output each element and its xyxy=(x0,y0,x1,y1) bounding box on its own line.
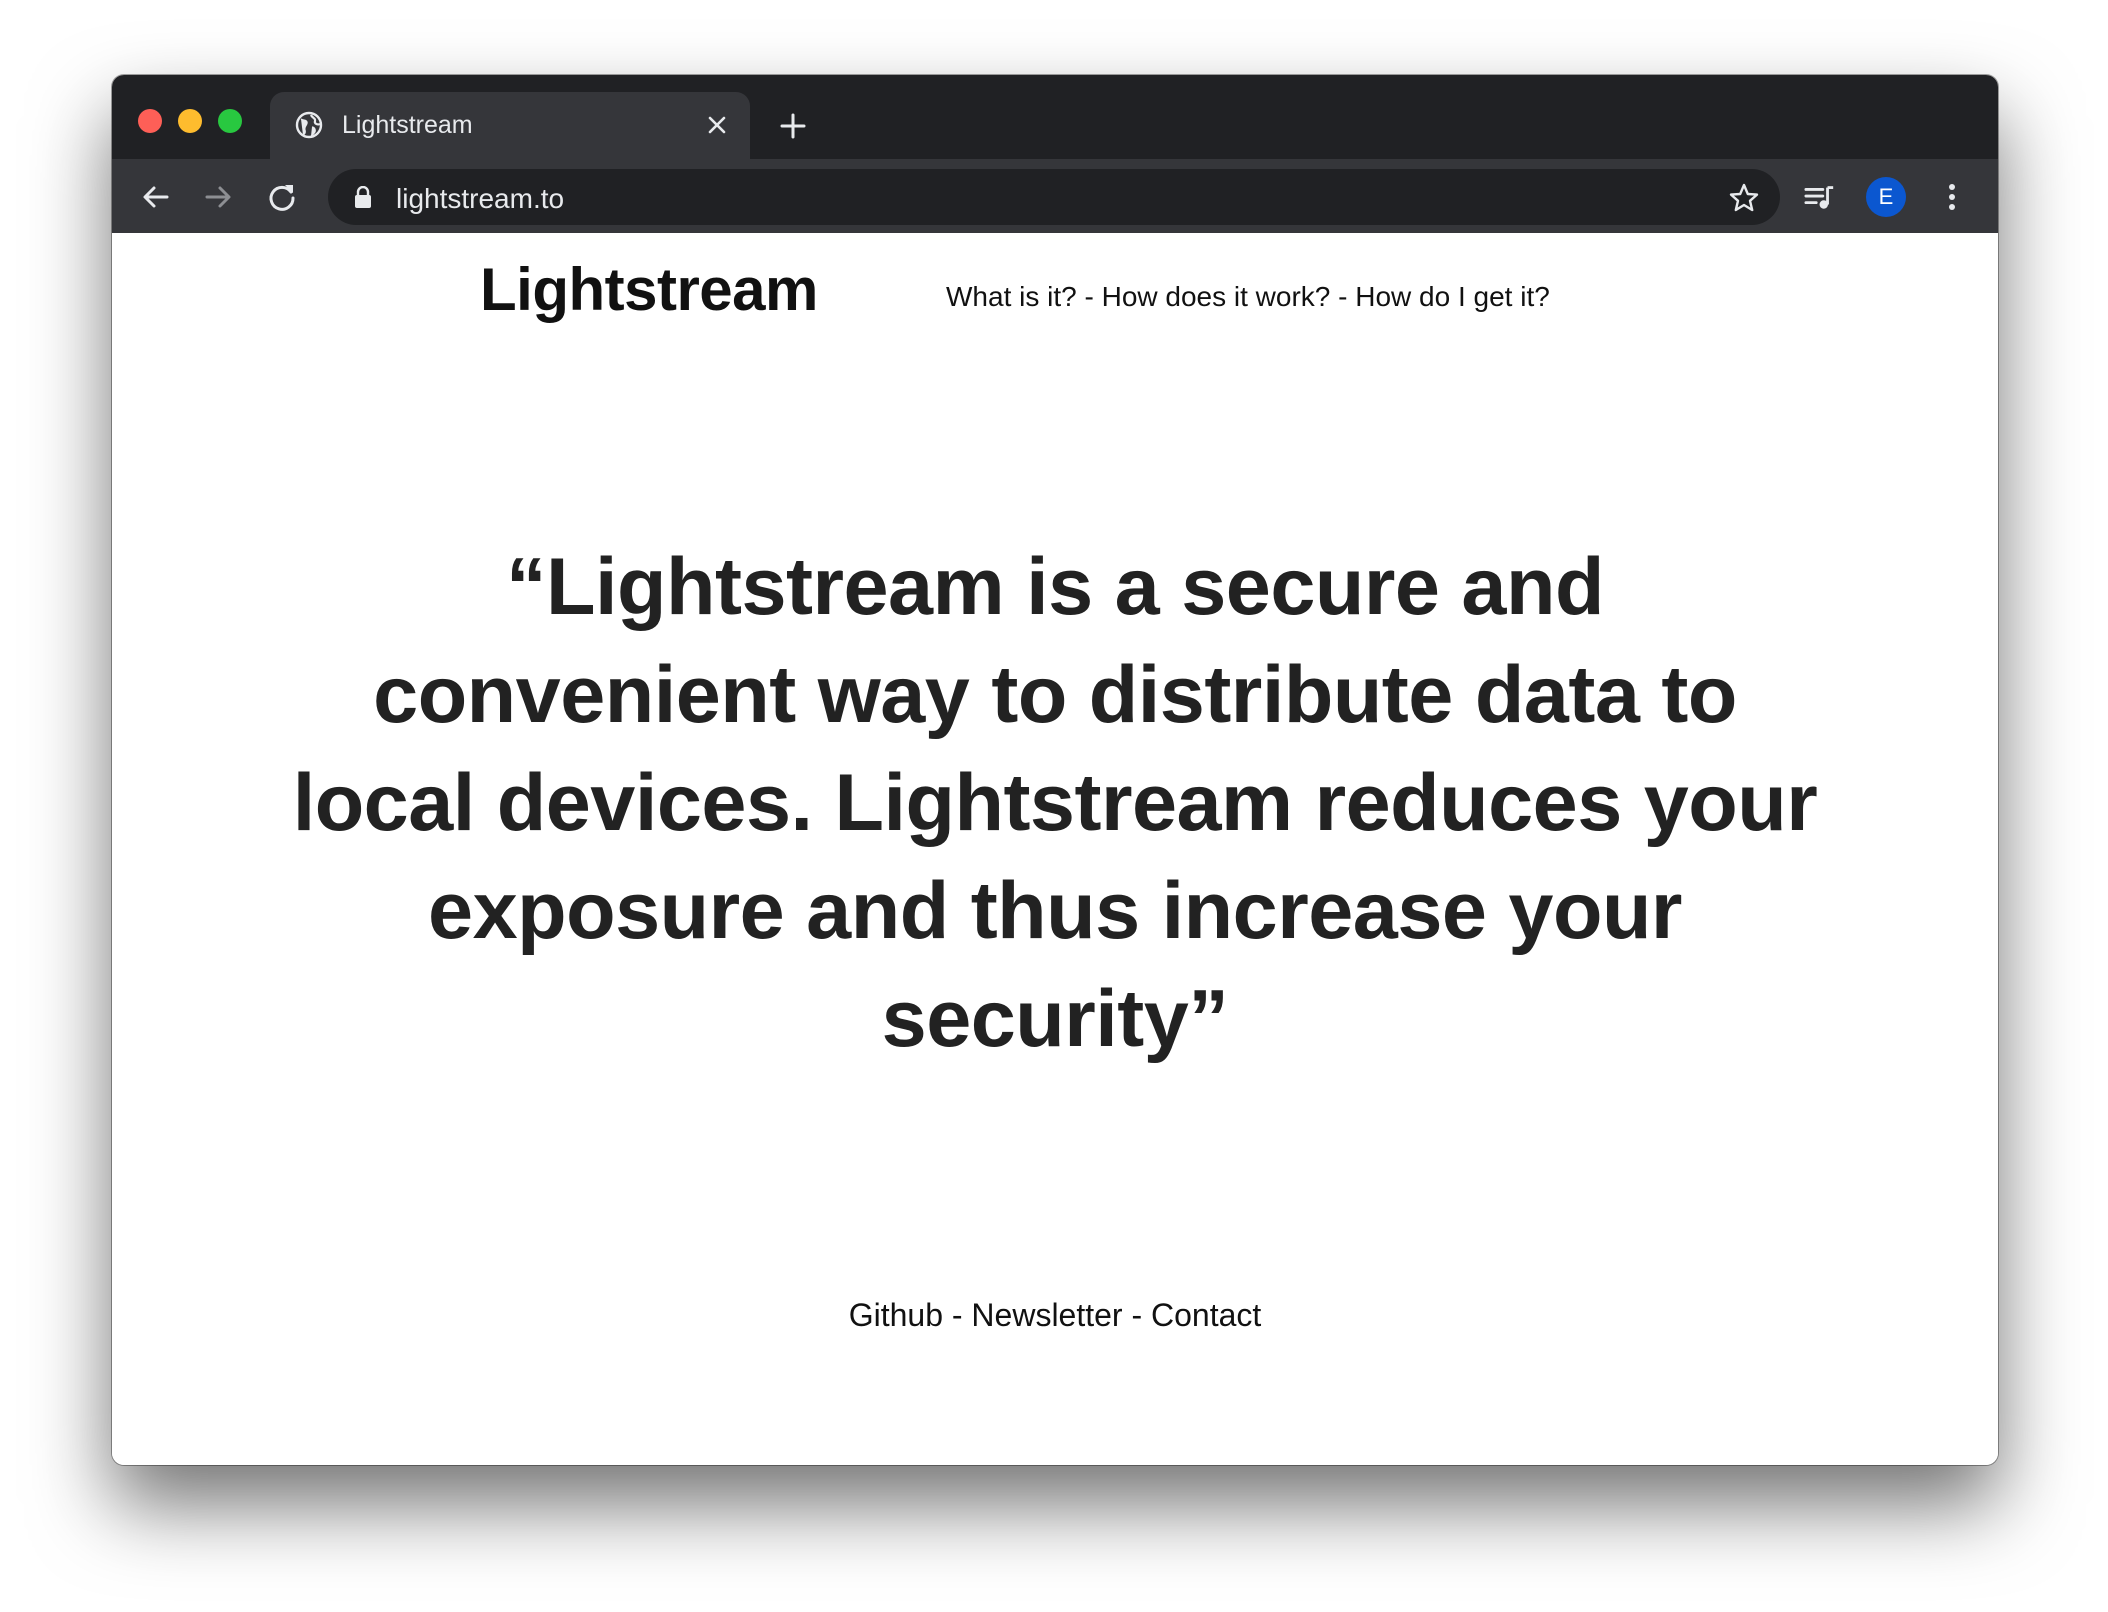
nav-separator: - xyxy=(1330,281,1356,312)
minimize-window-button[interactable] xyxy=(178,109,202,133)
nav-link-what-is-it[interactable]: What is it? xyxy=(946,281,1077,312)
hero-quote: “Lightstream is a secure and convenient … xyxy=(212,533,1898,1073)
browser-toolbar: lightstream.to E xyxy=(112,159,1998,233)
nav-separator: - xyxy=(1076,281,1102,312)
nav-link-how-do-i-get-it[interactable]: How do I get it? xyxy=(1355,281,1550,312)
footer-separator: - xyxy=(942,1297,972,1333)
quote-line: exposure and thus increase your xyxy=(428,866,1682,956)
address-bar[interactable]: lightstream.to xyxy=(328,169,1780,225)
footer-link-contact[interactable]: Contact xyxy=(1151,1297,1261,1333)
tab-strip: Lightstream xyxy=(112,75,1998,159)
browser-window: Lightstream lightstream.to E Lightstream… xyxy=(112,75,1998,1465)
site-title[interactable]: Lightstream xyxy=(480,255,818,324)
star-icon[interactable] xyxy=(1728,182,1760,214)
top-nav: What is it? - How does it work? - How do… xyxy=(946,281,1550,313)
lock-icon xyxy=(355,186,371,208)
nav-link-how-does-it-work[interactable]: How does it work? xyxy=(1102,281,1331,312)
reload-icon[interactable] xyxy=(266,181,298,213)
tab-title: Lightstream xyxy=(342,111,473,139)
url-text: lightstream.to xyxy=(396,183,565,214)
web-page: Lightstream What is it? - How does it wo… xyxy=(112,233,1998,1465)
quote-line: “Lightstream is a secure and xyxy=(506,542,1604,632)
arrow-right-icon[interactable] xyxy=(202,181,234,213)
zoom-window-button[interactable] xyxy=(218,109,242,133)
footer-links: Github - Newsletter - Contact xyxy=(112,1297,1998,1334)
footer-link-newsletter[interactable]: Newsletter xyxy=(971,1297,1122,1333)
profile-avatar[interactable]: E xyxy=(1866,177,1906,217)
footer-separator: - xyxy=(1122,1297,1152,1333)
quote-line: convenient way to distribute data to xyxy=(373,650,1737,740)
plus-icon[interactable] xyxy=(778,111,808,141)
quote-line: local devices. Lightstream reduces your xyxy=(292,758,1818,848)
close-window-button[interactable] xyxy=(138,109,162,133)
kebab-menu-icon[interactable] xyxy=(1936,181,1968,213)
quote-line: security” xyxy=(881,974,1229,1064)
close-icon[interactable] xyxy=(704,112,730,138)
tab-lightstream[interactable]: Lightstream xyxy=(270,92,750,159)
globe-icon xyxy=(295,111,323,139)
arrow-left-icon[interactable] xyxy=(140,181,172,213)
media-queue-icon[interactable] xyxy=(1804,181,1836,213)
footer-link-github[interactable]: Github xyxy=(849,1297,943,1333)
